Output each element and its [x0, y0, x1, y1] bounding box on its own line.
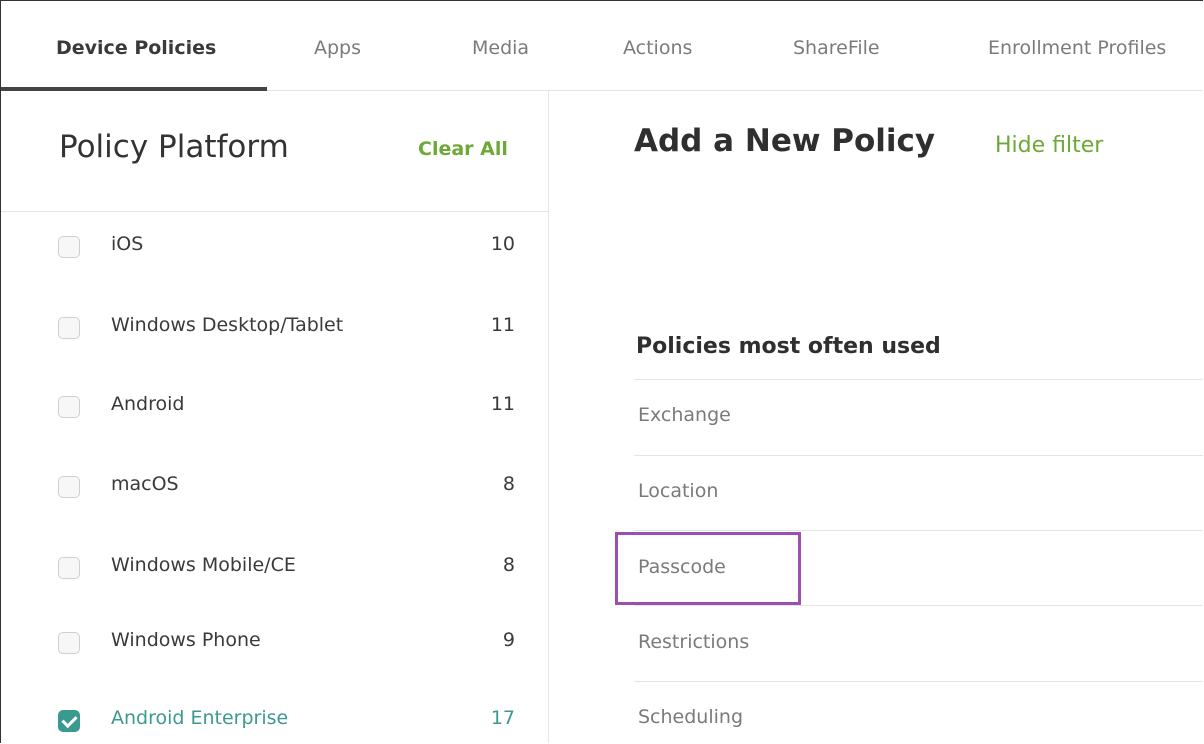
platform-count: 17 [490, 707, 515, 729]
section-heading: Policies most often used [636, 334, 941, 359]
platform-label: Windows Mobile/CE [111, 554, 296, 576]
tab-media[interactable]: Media [472, 37, 529, 59]
platform-label: iOS [111, 233, 144, 255]
policy-divider [634, 605, 1203, 606]
tab-sharefile[interactable]: ShareFile [793, 37, 880, 59]
sidebar-title: Policy Platform [59, 129, 289, 165]
policy-item-scheduling[interactable]: Scheduling [638, 706, 743, 728]
platform-count: 8 [502, 473, 515, 495]
platform-label: Windows Phone [111, 629, 261, 651]
checkbox-android[interactable] [58, 396, 80, 418]
platform-row-android[interactable]: Android 11 [1, 388, 548, 428]
checkbox-android-enterprise[interactable] [58, 710, 80, 732]
tab-device-policies[interactable]: Device Policies [56, 37, 216, 59]
sidebar-divider [1, 211, 548, 212]
checkbox-macos[interactable] [58, 476, 80, 498]
platform-count: 11 [490, 314, 515, 336]
platform-label: macOS [111, 473, 179, 495]
policy-divider [634, 681, 1203, 682]
checkbox-ios[interactable] [58, 236, 80, 258]
platform-row-windows-phone[interactable]: Windows Phone 9 [1, 624, 548, 664]
policy-item-restrictions[interactable]: Restrictions [638, 631, 749, 653]
app-frame: Device Policies Apps Media Actions Share… [0, 0, 1203, 743]
checkbox-windows-mobile-ce[interactable] [58, 557, 80, 579]
clear-all-link[interactable]: Clear All [418, 138, 508, 160]
policy-item-passcode[interactable]: Passcode [638, 556, 726, 578]
tab-enrollment-profiles[interactable]: Enrollment Profiles [988, 37, 1166, 59]
tab-bar: Device Policies Apps Media Actions Share… [1, 1, 1203, 91]
platform-row-android-enterprise[interactable]: Android Enterprise 17 [1, 702, 548, 742]
checkbox-windows-desktop-tablet[interactable] [58, 317, 80, 339]
page-title: Add a New Policy [634, 123, 936, 159]
platform-label: Android Enterprise [111, 707, 289, 729]
platform-row-ios[interactable]: iOS 10 [1, 228, 548, 268]
policy-platform-sidebar: Policy Platform Clear All iOS 10 Windows… [1, 91, 549, 743]
tab-actions[interactable]: Actions [623, 37, 692, 59]
policy-divider [634, 455, 1203, 456]
platform-label: Windows Desktop/Tablet [111, 314, 344, 336]
tab-apps[interactable]: Apps [314, 37, 361, 59]
policy-item-location[interactable]: Location [638, 480, 718, 502]
platform-count: 8 [502, 554, 515, 576]
policy-divider [634, 379, 1203, 380]
platform-label: Android [111, 393, 185, 415]
platform-count: 11 [490, 393, 515, 415]
platform-count: 9 [502, 629, 515, 651]
platform-row-windows-desktop-tablet[interactable]: Windows Desktop/Tablet 11 [1, 309, 548, 349]
policy-divider [634, 530, 1203, 531]
platform-row-macos[interactable]: macOS 8 [1, 468, 548, 508]
platform-row-windows-mobile-ce[interactable]: Windows Mobile/CE 8 [1, 549, 548, 589]
checkbox-windows-phone[interactable] [58, 632, 80, 654]
policy-item-exchange[interactable]: Exchange [638, 404, 731, 426]
hide-filter-link[interactable]: Hide filter [995, 133, 1103, 158]
platform-count: 10 [490, 233, 515, 255]
